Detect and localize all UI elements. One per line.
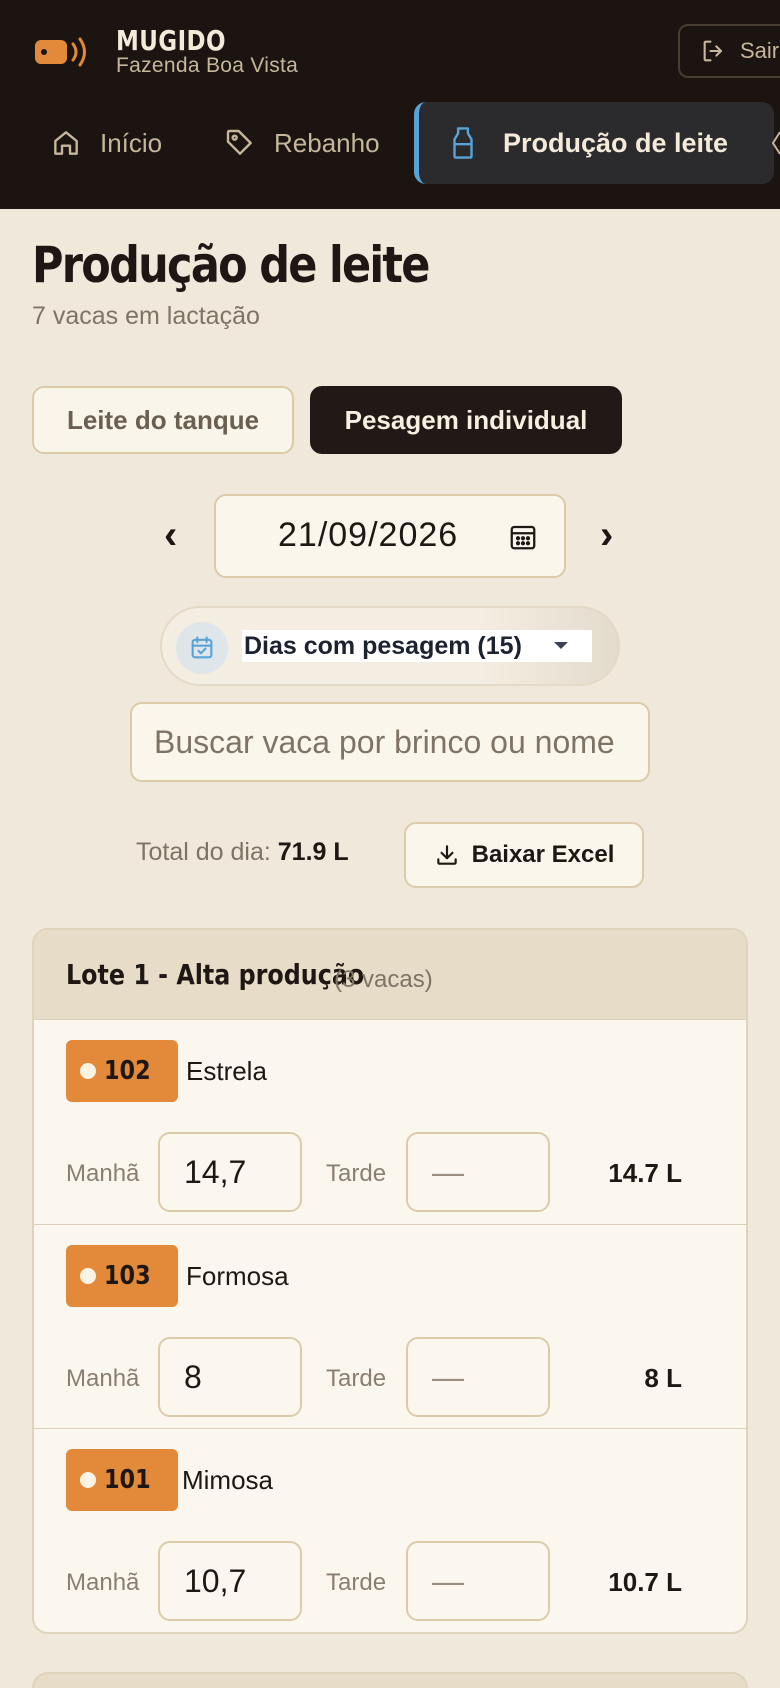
cow-name: Mimosa [182,1465,274,1495]
download-excel-label: Baixar Excel [471,841,615,868]
afternoon-label: Tarde [326,1160,387,1187]
brand-name: MUGIDO [116,24,226,57]
afternoon-input[interactable] [406,1541,550,1621]
next-date-button[interactable]: › [600,513,613,558]
morning-input[interactable] [158,1132,302,1212]
afternoon-input[interactable] [406,1132,550,1212]
nav-item-inicio[interactable]: Início [50,118,162,168]
cow-tag: 102 [66,1040,179,1102]
tab-pesagem-individual[interactable]: Pesagem individual [310,386,622,454]
nav-label-inicio: Início [100,127,163,158]
tag-dot-icon [80,1268,96,1284]
day-total-label: Total do dia: [136,838,271,866]
cow-tag-number: 102 [104,1056,151,1086]
tag-dot-icon [80,1063,96,1079]
cow-name: Estrela [186,1056,267,1086]
morning-label: Manhã [66,1160,140,1187]
cow-tag-number: 101 [104,1465,151,1495]
next-lot-card [32,1672,748,1688]
afternoon-label: Tarde [326,1569,387,1596]
tab-leite-do-tanque[interactable]: Leite do tanque [32,386,294,454]
calendar-check-icon [191,636,213,659]
nav-label-producao: Produção de leite [503,127,729,158]
exit-button[interactable]: Sair [678,24,780,78]
calendar-check-icon-wrap [176,622,228,674]
morning-input[interactable] [158,1337,302,1417]
days-select-label: Dias com pesagem (15) [244,631,522,660]
days-with-weighing-filter[interactable]: Dias com pesagem (15) [160,606,620,686]
cow-total-liters: 10.7 L [608,1567,682,1597]
cow-row: 102 Estrela Manhã Tarde 14.7 L [34,1020,746,1224]
cow-tag-number: 103 [104,1261,151,1291]
caret-down-icon [554,642,568,649]
lot-count: (3 vacas) [334,966,433,993]
afternoon-input[interactable] [406,1337,550,1417]
lot-header[interactable]: Lote 1 - Alta produção (3 vacas) [34,930,746,1020]
search-input[interactable] [130,702,650,782]
date-picker[interactable]: 21/09/2026 [214,494,566,578]
milk-bottle-icon [453,127,473,159]
morning-label: Manhã [66,1569,140,1596]
lot-card: Lote 1 - Alta produção (3 vacas) 102 Est… [32,928,748,1634]
day-total: Total do dia: 71.9 L [136,838,349,867]
home-icon [54,131,78,155]
cow-row: 101 Mimosa Manhã Tarde 10.7 L [34,1428,746,1632]
lot-title: Lote 1 - Alta produção [66,958,365,991]
afternoon-label: Tarde [326,1365,387,1392]
cow-tag: 101 [66,1449,179,1511]
exit-label: Sair [740,38,780,63]
nav-item-rebanho[interactable]: Rebanho [224,118,380,168]
logo-icon [35,37,86,67]
cow-row: 103 Formosa Manhã Tarde 8 L [34,1224,746,1428]
nav-item-producao[interactable]: Produção de leite [414,102,774,184]
page-subtitle: 7 vacas em lactação [32,302,260,330]
download-excel-button[interactable]: Baixar Excel [404,822,644,888]
tag-icon [226,129,252,155]
download-icon [436,845,457,865]
date-value: 21/09/2026 [278,516,459,554]
cow-total-liters: 14.7 L [608,1158,682,1188]
cow-total-liters: 8 L [644,1363,682,1393]
tag-dot-icon [80,1472,96,1488]
logout-icon [703,40,723,62]
days-select[interactable]: Dias com pesagem (15) [242,630,592,662]
more-nav-icon[interactable] [770,128,780,158]
page-title: Produção de leite [32,236,430,294]
prev-date-button[interactable]: ‹ [164,513,177,558]
day-total-value: 71.9 L [277,838,349,866]
cow-tag: 103 [66,1245,179,1307]
farm-name: Fazenda Boa Vista [116,54,299,77]
app-header: MUGIDO Fazenda Boa Vista Sair Início Reb… [0,0,780,209]
morning-label: Manhã [66,1365,140,1392]
morning-input[interactable] [158,1541,302,1621]
calendar-icon[interactable] [508,522,538,552]
cow-name: Formosa [186,1261,289,1291]
nav-label-rebanho: Rebanho [274,127,380,158]
